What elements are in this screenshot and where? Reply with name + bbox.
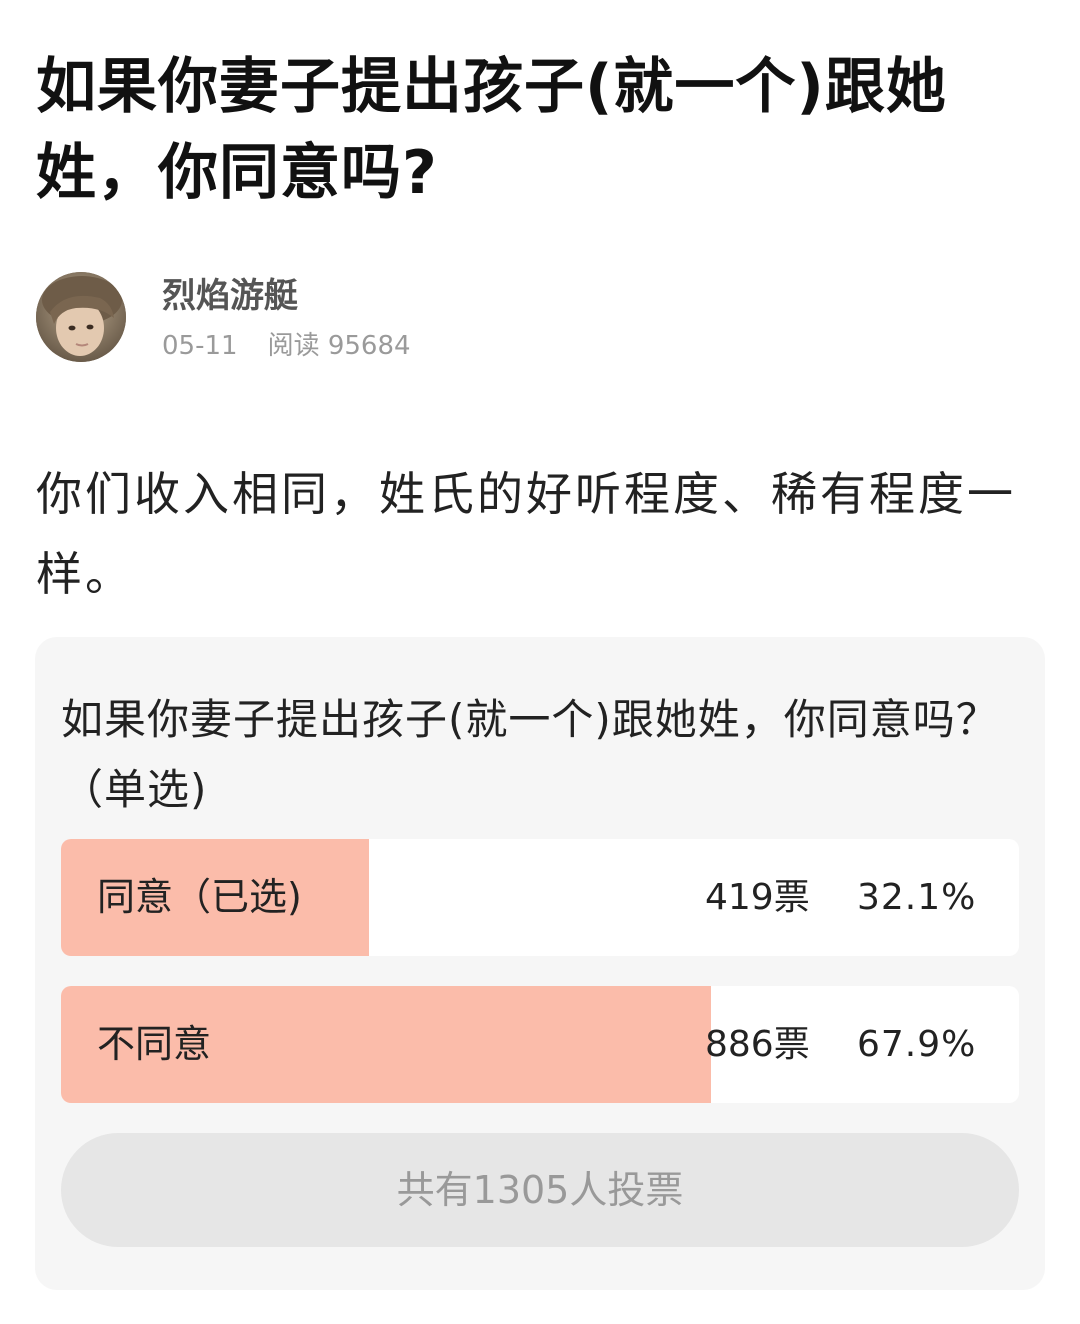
author-info: 烈焰游艇 05-11 阅读 95684 <box>36 270 736 366</box>
total-votes-button[interactable]: 共有1305人投票 <box>61 1133 1019 1247</box>
author-name[interactable]: 烈焰游艇 <box>162 274 298 318</box>
post-body: 你们收入相同，姓氏的好听程度、稀有程度一样。 <box>36 467 1016 601</box>
post-meta: 05-11 阅读 95684 <box>162 328 411 364</box>
option-votes: 419票 <box>705 877 810 918</box>
option-label: 同意（已选) <box>97 875 302 919</box>
read-count: 95684 <box>327 331 411 361</box>
option-percent: 67.9% <box>857 1024 977 1065</box>
option-label: 不同意 <box>97 1022 212 1066</box>
post-title: 如果你妻子提出孩子(就一个)跟她姓，你同意吗? <box>36 52 947 208</box>
option-votes: 886票 <box>705 1024 810 1065</box>
poll-option-agree[interactable]: 同意（已选) 419票 32.1% <box>61 839 1019 956</box>
poll-option-disagree[interactable]: 不同意 886票 67.9% <box>61 986 1019 1103</box>
option-percent: 32.1% <box>857 877 977 918</box>
avatar[interactable] <box>36 272 126 362</box>
poll-card: 如果你妻子提出孩子(就一个)跟她姓，你同意吗？（单选) 同意（已选) 419票 … <box>35 637 1045 1290</box>
post-date: 05-11 <box>162 331 238 361</box>
read-label: 阅读 <box>267 331 320 361</box>
poll-question: 如果你妻子提出孩子(就一个)跟她姓，你同意吗？（单选) <box>61 695 999 814</box>
avatar-image <box>36 272 126 362</box>
